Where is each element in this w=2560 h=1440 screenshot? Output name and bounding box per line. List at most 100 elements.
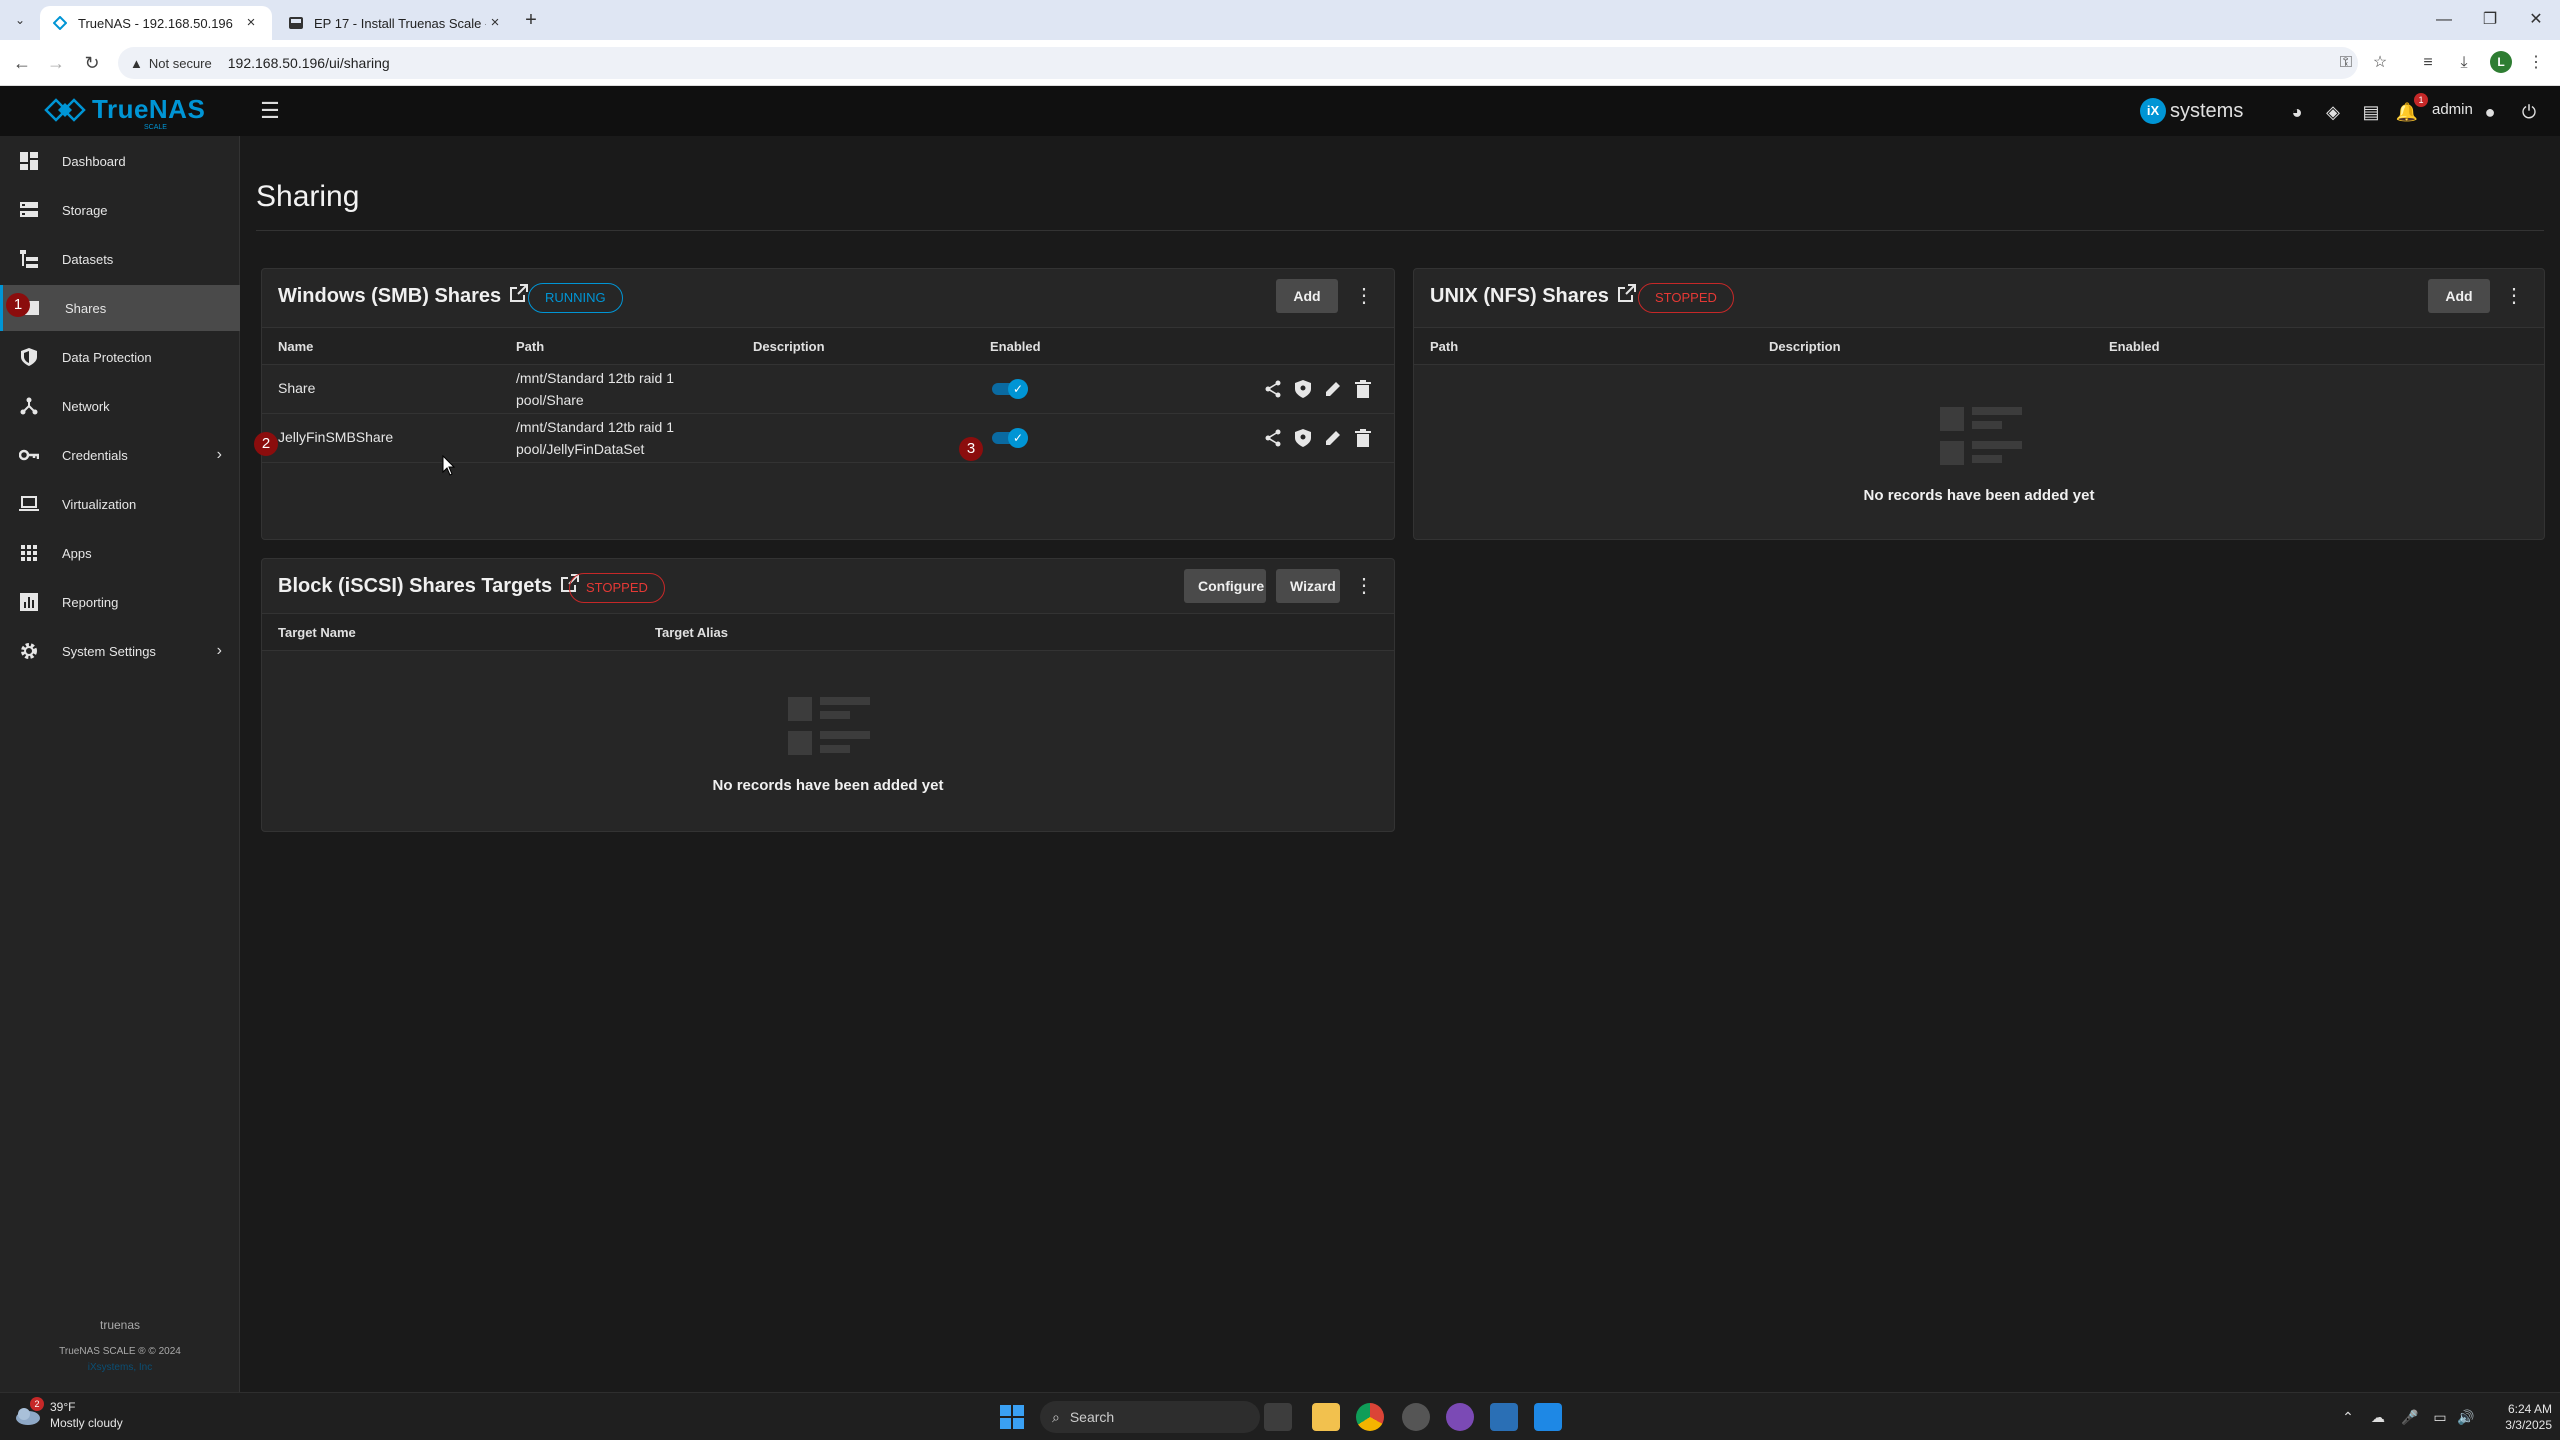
truenas-logo[interactable]: TrueNAS SCALE (44, 94, 206, 131)
smb-status-badge[interactable]: RUNNING (528, 283, 623, 313)
sidebar-item-system-settings[interactable]: System Settings › (0, 628, 240, 674)
search-placeholder: Search (1069, 1409, 1115, 1425)
account-circle-icon[interactable]: ● (2477, 99, 2503, 125)
media-control-icon[interactable]: ≡ (2414, 49, 2442, 77)
minimize-icon[interactable]: — (2420, 6, 2468, 34)
share-icon[interactable] (1262, 378, 1284, 400)
iscsi-card-title[interactable]: Block (iSCSI) Shares Targets (278, 573, 580, 599)
tray-overflow-icon[interactable]: ⌃ (2338, 1407, 2358, 1427)
profile-avatar[interactable]: L (2490, 51, 2512, 73)
video-favicon-icon (288, 15, 304, 31)
sidebar-item-virtualization[interactable]: Virtualization (0, 481, 240, 527)
laptop-icon (18, 493, 40, 515)
window-close-icon[interactable]: ✕ (2512, 6, 2560, 34)
iscsi-more-options-icon[interactable]: ⋮ (1354, 569, 1374, 603)
col-target-alias[interactable]: Target Alias (655, 625, 728, 640)
windows-start-icon[interactable] (1000, 1405, 1024, 1429)
security-shield-icon[interactable] (1292, 427, 1314, 449)
sidebar-item-dashboard[interactable]: Dashboard (0, 138, 240, 184)
edit-pencil-icon[interactable] (1322, 378, 1344, 400)
sidebar-item-datasets[interactable]: Datasets (0, 236, 240, 282)
tab-search-chevron-icon[interactable]: ⌄ (10, 10, 30, 30)
feedback-icon[interactable]: ◈ (2320, 99, 2346, 125)
microphone-icon[interactable]: 🎤 (2400, 1407, 2420, 1427)
nfs-card-title[interactable]: UNIX (NFS) Shares (1430, 283, 1637, 309)
iscsi-table-header: Target Name Target Alias (262, 613, 1394, 651)
back-icon[interactable]: ← (8, 49, 36, 77)
download-icon[interactable]: ⤓ (2450, 49, 2478, 77)
nfs-add-button[interactable]: Add (2428, 279, 2490, 313)
forward-icon[interactable]: → (42, 49, 70, 77)
security-indicator[interactable]: ▲ Not secure (130, 56, 212, 71)
iscsi-configure-button[interactable]: Configure (1184, 569, 1266, 603)
col-path[interactable]: Path (516, 339, 544, 354)
edit-pencil-icon[interactable] (1322, 427, 1344, 449)
vendor-wordmark: systems (2170, 99, 2244, 122)
col-name[interactable]: Name (278, 339, 313, 354)
truecommand-icon[interactable]: ◕ (2284, 99, 2310, 125)
smb-card-title[interactable]: Windows (SMB) Shares (278, 283, 529, 309)
col-enabled[interactable]: Enabled (990, 339, 1041, 354)
taskbar-search[interactable]: ⌕ Search (1040, 1401, 1260, 1433)
col-description[interactable]: Description (753, 339, 825, 354)
windows-taskbar: 39°F Mostly cloudy 2 ⌕ Search ⌃ ☁ 🎤 ▭ 🔊 … (0, 1392, 2560, 1440)
password-key-icon[interactable]: ⚿ (2332, 49, 2360, 77)
omnibox[interactable]: ▲ Not secure 192.168.50.196/ui/sharing (118, 47, 2358, 79)
clock-date: 3/3/2025 (2505, 1418, 2552, 1432)
smb-more-options-icon[interactable]: ⋮ (1354, 279, 1374, 313)
storage-icon (18, 199, 40, 221)
nfs-more-options-icon[interactable]: ⋮ (2504, 279, 2524, 313)
browser-tab-youtube[interactable]: EP 17 - Install Truenas Scale - Li × (276, 6, 516, 40)
open-in-new-icon[interactable] (1617, 283, 1637, 309)
enabled-toggle[interactable]: ✓ (992, 428, 1028, 448)
power-icon[interactable]: ⏻ (2516, 99, 2542, 125)
sidebar-item-apps[interactable]: Apps (0, 530, 240, 576)
tab-close-icon[interactable]: × (242, 14, 260, 32)
iscsi-status-badge[interactable]: STOPPED (569, 573, 665, 603)
col-enabled[interactable]: Enabled (2109, 339, 2160, 354)
enabled-toggle[interactable]: ✓ (992, 379, 1028, 399)
sidebar-item-reporting[interactable]: Reporting (0, 579, 240, 625)
brand-edition: SCALE (144, 124, 167, 131)
network-monitor-icon[interactable]: ▭ (2430, 1407, 2450, 1427)
restore-icon[interactable]: ❐ (2466, 6, 2514, 34)
open-in-new-icon[interactable] (509, 283, 529, 309)
nfs-status-badge[interactable]: STOPPED (1638, 283, 1734, 313)
bookmark-star-icon[interactable]: ☆ (2366, 49, 2394, 77)
sidebar-item-credentials[interactable]: Credentials › (0, 432, 240, 478)
app-icon[interactable] (1446, 1403, 1474, 1431)
system-clock[interactable]: 6:24 AM 3/3/2025 (2480, 1401, 2552, 1433)
security-shield-icon[interactable] (1292, 378, 1314, 400)
volume-icon[interactable]: 🔊 (2456, 1407, 2476, 1427)
jobs-clipboard-icon[interactable]: ▤ (2358, 99, 2384, 125)
obs-icon[interactable] (1402, 1403, 1430, 1431)
browser-menu-icon[interactable]: ⋮ (2522, 49, 2550, 77)
tab-close-icon[interactable]: × (486, 14, 504, 32)
snipping-tool-icon[interactable] (1534, 1403, 1562, 1431)
delete-trash-icon[interactable] (1352, 378, 1374, 400)
task-view-icon[interactable] (1264, 1403, 1292, 1431)
iscsi-wizard-button[interactable]: Wizard (1276, 569, 1340, 603)
user-menu-label[interactable]: admin (2432, 101, 2473, 118)
col-path[interactable]: Path (1430, 339, 1458, 354)
company-link[interactable]: iXsystems, Inc (0, 1362, 240, 1373)
sidebar-item-data-protection[interactable]: Data Protection (0, 334, 240, 380)
sidebar-item-storage[interactable]: Storage (0, 187, 240, 233)
delete-trash-icon[interactable] (1352, 427, 1374, 449)
notepad-icon[interactable] (1490, 1403, 1518, 1431)
ixsystems-logo[interactable]: iX systems (2140, 98, 2243, 124)
sidebar-item-network[interactable]: Network (0, 383, 240, 429)
brand-wordmark: TrueNAS (92, 94, 206, 124)
share-icon[interactable] (1262, 427, 1284, 449)
cloud-sync-icon[interactable]: ☁ (2368, 1407, 2388, 1427)
sidebar-item-shares[interactable]: Shares (0, 285, 240, 331)
col-target-name[interactable]: Target Name (278, 625, 356, 640)
new-tab-icon[interactable]: + (520, 10, 542, 32)
col-description[interactable]: Description (1769, 339, 1841, 354)
smb-add-button[interactable]: Add (1276, 279, 1338, 313)
browser-tab-truenas[interactable]: TrueNAS - 192.168.50.196 × (40, 6, 272, 40)
menu-toggle-icon[interactable]: ☰ (258, 99, 282, 123)
chrome-icon[interactable] (1356, 1403, 1384, 1431)
reload-icon[interactable]: ↻ (78, 49, 106, 77)
file-explorer-icon[interactable] (1312, 1403, 1340, 1431)
